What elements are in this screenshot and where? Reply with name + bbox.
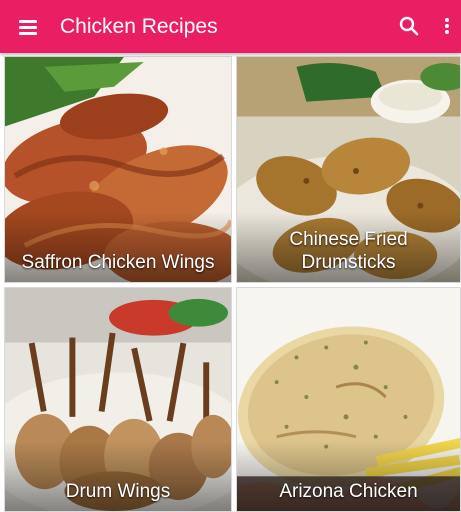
recipe-card-saffron-chicken-wings[interactable]: Saffron Chicken Wings: [4, 56, 232, 283]
recipe-caption: Arizona Chicken: [237, 441, 460, 511]
app-bar: Chicken Recipes: [0, 0, 461, 53]
recipe-title: Drum Wings: [65, 481, 171, 502]
recipe-card-drum-wings[interactable]: Drum Wings: [4, 287, 232, 512]
recipe-card-chinese-fried-drumsticks[interactable]: Chinese Fried Drumsticks: [236, 56, 461, 283]
recipe-title: Saffron Chicken Wings: [21, 252, 215, 273]
recipe-title: Chinese Fried: [289, 229, 408, 250]
recipe-caption: Saffron Chicken Wings: [5, 212, 231, 282]
search-icon[interactable]: [396, 13, 422, 39]
recipe-title: Arizona Chicken: [279, 481, 418, 502]
recipe-caption: Chinese Fried Drumsticks: [237, 212, 460, 282]
more-options-icon[interactable]: [438, 13, 456, 39]
page-title: Chicken Recipes: [60, 15, 218, 38]
menu-icon[interactable]: [12, 12, 44, 42]
recipe-card-arizona-chicken[interactable]: Arizona Chicken: [236, 287, 461, 512]
recipe-caption: Drum Wings: [5, 441, 231, 511]
recipe-title: Drumsticks: [301, 252, 396, 273]
